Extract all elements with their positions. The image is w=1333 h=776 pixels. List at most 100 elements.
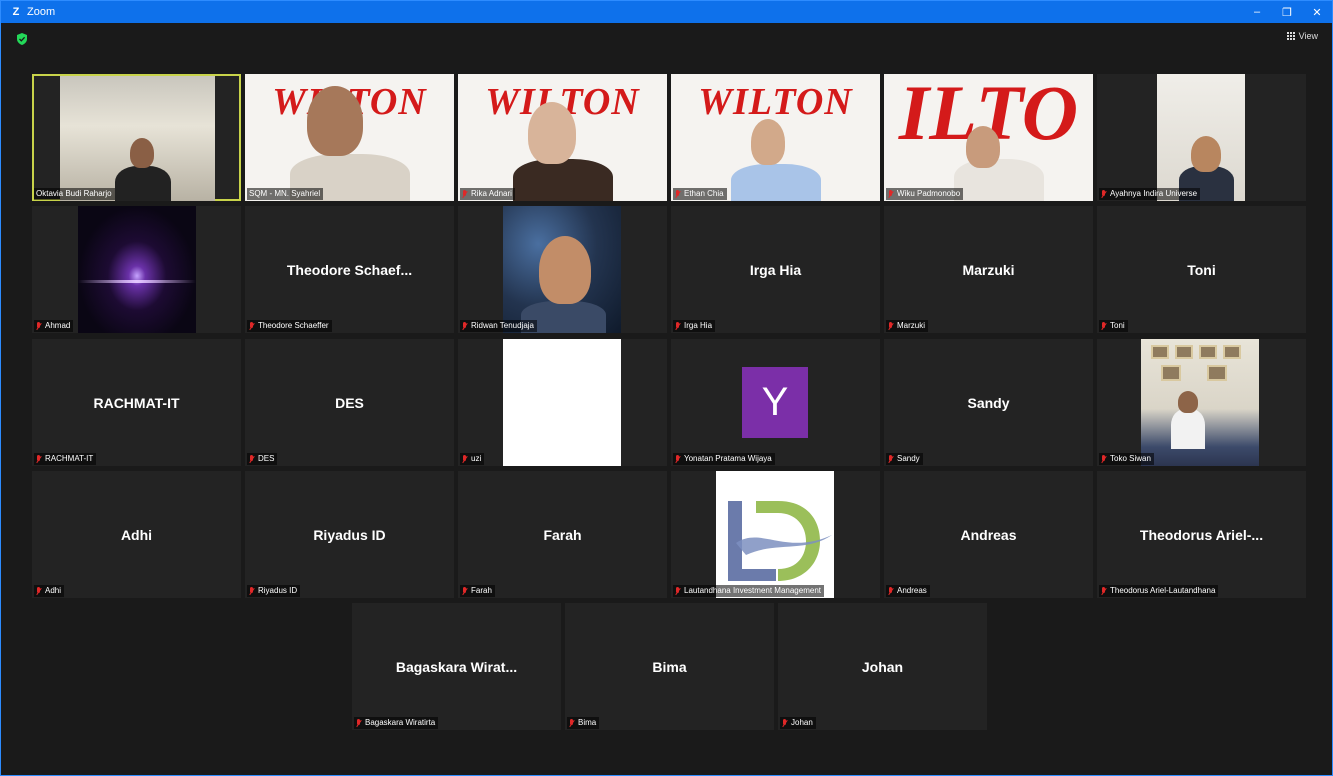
participant-tile[interactable]: Theodore Schaef... Theodore Schaeffer [245,206,454,333]
gallery-grid-icon [1286,31,1296,41]
participant-name-label: Irga Hia [673,320,716,332]
participant-tile[interactable]: Toni Toni [1097,206,1306,333]
participant-tile[interactable]: Ridwan Tenudjaja [458,206,667,333]
participant-tile[interactable]: uzi [458,339,667,466]
muted-mic-icon [462,321,468,331]
participant-tile[interactable]: DES DES [245,339,454,466]
participant-name-label: Riyadus ID [247,585,301,597]
shield-icon[interactable] [16,33,28,45]
zoom-window: Z Zoom – ❐ ✕ View Oktavia Budi Raharjo W… [0,0,1333,776]
participant-tile[interactable]: Andreas Andreas [884,471,1093,598]
participant-tile[interactable]: RACHMAT-IT RACHMAT-IT [32,339,241,466]
video-feed [503,339,621,466]
participant-display-name: Marzuki [962,261,1015,278]
participant-display-name: Farah [543,526,582,543]
participant-display-name: DES [335,394,364,411]
participant-tile[interactable]: Theodorus Ariel-... Theodorus Ariel-Laut… [1097,471,1306,598]
muted-mic-icon [569,718,575,728]
participant-name-label: Andreas [886,585,930,597]
participant-avatar: Y [742,367,808,438]
participant-name-label: Rika Adnari [460,188,515,200]
participant-name-label: Wiku Padmonobo [886,188,964,200]
participant-tile[interactable]: Riyadus ID Riyadus ID [245,471,454,598]
video-feed [503,206,621,333]
muted-mic-icon [462,454,468,464]
muted-mic-icon [249,454,255,464]
participant-tile[interactable]: Irga Hia Irga Hia [671,206,880,333]
title-bar: Z Zoom – ❐ ✕ [1,1,1332,23]
muted-mic-icon [888,321,894,331]
participant-tile[interactable]: Lautandhana Investment Management [671,471,880,598]
participant-name-label: Theodorus Ariel-Lautandhana [1099,585,1219,597]
muted-mic-icon [36,454,42,464]
participant-name-label: Bagaskara Wiratirta [354,717,439,729]
company-logo [716,471,834,598]
muted-mic-icon [1101,454,1107,464]
video-feed [78,206,196,333]
view-button[interactable]: View [1286,31,1318,41]
participant-name-label: Ethan Chia [673,188,727,200]
muted-mic-icon [462,586,468,596]
view-label: View [1298,31,1318,41]
meeting-top-bar: View [1,23,1332,53]
participant-name-label: uzi [460,453,485,465]
participant-tile[interactable]: Ayahnya Indira Universe [1097,74,1306,201]
participant-name-label: DES [247,453,278,465]
participant-name-label: Bima [567,717,600,729]
participant-name-label: Lautandhana Investment Management [673,585,824,597]
participant-tile[interactable]: Y Yonatan Pratama Wijaya [671,339,880,466]
zoom-logo-icon: Z [12,6,20,18]
muted-mic-icon [675,189,681,199]
participant-tile[interactable]: Sandy Sandy [884,339,1093,466]
participant-name-label: Ayahnya Indira Universe [1099,188,1201,200]
video-feed [60,76,215,201]
participant-name-label: Adhi [34,585,65,597]
participant-display-name: Bima [652,658,687,675]
participant-name-label: RACHMAT-IT [34,453,97,465]
participant-tile[interactable]: Ahmad [32,206,241,333]
muted-mic-icon [675,586,681,596]
participant-name-label: Oktavia Budi Raharjo [34,188,115,200]
participant-tile[interactable]: ILTO Wiku Padmonobo [884,74,1093,201]
participant-name-label: Ahmad [34,320,74,332]
participant-tile[interactable]: Bagaskara Wirat... Bagaskara Wiratirta [352,603,561,730]
muted-mic-icon [36,321,42,331]
window-title: Zoom [27,6,56,18]
muted-mic-icon [888,189,894,199]
participant-display-name: Theodorus Ariel-... [1139,526,1264,543]
participant-tile[interactable]: WILTON Ethan Chia [671,74,880,201]
participant-tile[interactable]: Farah Farah [458,471,667,598]
participant-tile[interactable]: Marzuki Marzuki [884,206,1093,333]
muted-mic-icon [356,718,362,728]
lautandhana-logo-icon [728,501,832,581]
video-feed [1157,74,1245,201]
participant-tile[interactable]: Toko Siwan [1097,339,1306,466]
participant-display-name: Riyadus ID [313,526,386,543]
participant-tile[interactable]: Oktavia Budi Raharjo [32,74,241,201]
participant-name-label: Toni [1099,320,1128,332]
participant-tile[interactable]: Bima Bima [565,603,774,730]
muted-mic-icon [462,189,468,199]
participant-display-name: Irga Hia [749,261,802,278]
video-feed: WILTON [458,74,667,201]
muted-mic-icon [675,321,681,331]
close-button[interactable]: ✕ [1302,1,1332,23]
muted-mic-icon [675,454,681,464]
muted-mic-icon [888,586,894,596]
participant-name-label: Marzuki [886,320,929,332]
video-feed [1141,339,1259,466]
participant-display-name: Bagaskara Wirat... [395,658,518,675]
participant-tile[interactable]: WILTON Rika Adnari [458,74,667,201]
participant-display-name: Sandy [967,394,1010,411]
participant-tile[interactable]: Johan Johan [778,603,987,730]
muted-mic-icon [36,586,42,596]
participant-tile[interactable]: WILTON SQM - MN. Syahriel [245,74,454,201]
restore-button[interactable]: ❐ [1272,1,1302,23]
muted-mic-icon [1101,321,1107,331]
participant-name-label: Sandy [886,453,923,465]
muted-mic-icon [782,718,788,728]
minimize-button[interactable]: – [1242,1,1272,23]
participant-tile[interactable]: Adhi Adhi [32,471,241,598]
participant-display-name: Andreas [960,526,1017,543]
participant-name-label: Ridwan Tenudjaja [460,320,538,332]
